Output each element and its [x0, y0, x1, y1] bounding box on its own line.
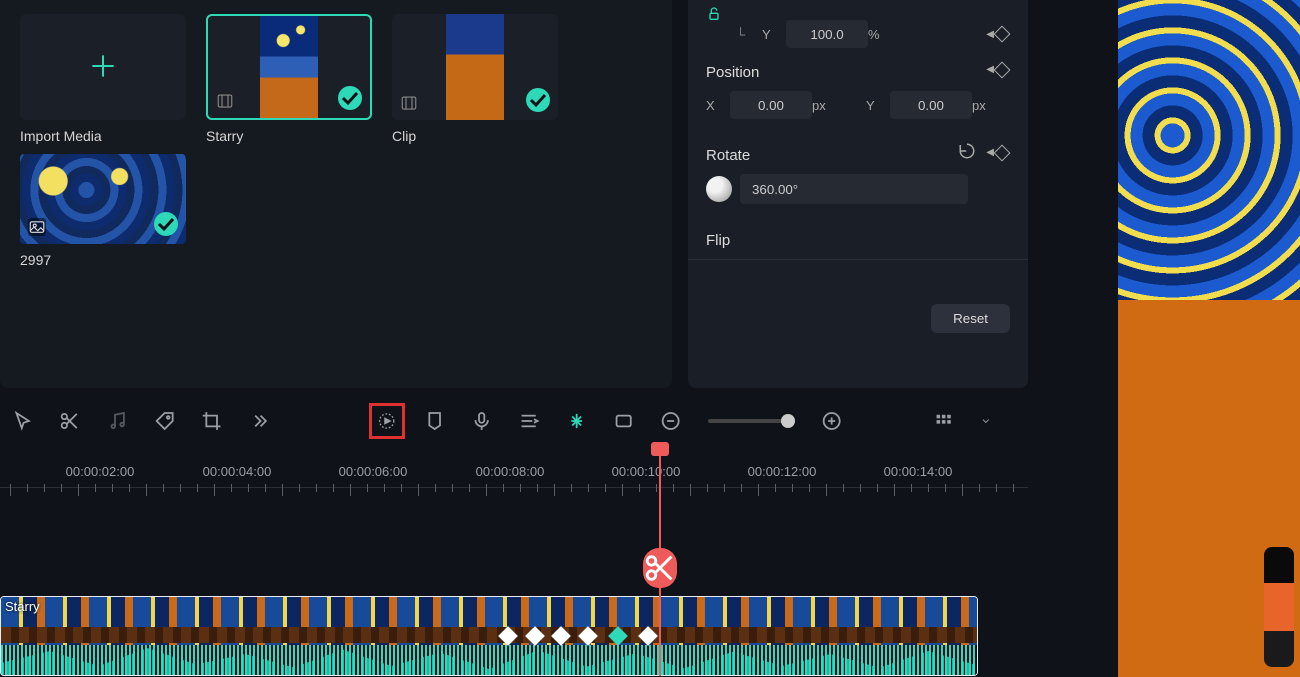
media-item-starry[interactable]: Starry — [206, 14, 372, 144]
media-library-panel: Import Media Starry — [0, 0, 672, 388]
time-label: 00:00:14:00 — [884, 464, 953, 479]
add-keyframe-icon[interactable] — [994, 26, 1011, 43]
tag-icon[interactable] — [154, 410, 175, 432]
timeline-ruler[interactable]: 00:00:02:00 00:00:04:00 00:00:06:00 00:00:0… — [0, 448, 1028, 508]
audio-waveform — [1, 645, 977, 675]
reset-rotation-icon[interactable] — [958, 142, 976, 163]
add-keyframe-icon[interactable] — [994, 144, 1011, 161]
pos-y-unit: px — [972, 98, 998, 113]
playhead-handle[interactable] — [651, 442, 669, 456]
time-label: 00:00:12:00 — [748, 464, 817, 479]
video-clip[interactable]: Starry — [0, 596, 978, 676]
pos-y-axis-label: Y — [866, 98, 882, 113]
clip-name-label: Starry — [5, 599, 40, 614]
chevron-down-icon[interactable] — [980, 410, 992, 432]
time-label: 00:00:10:00 — [612, 464, 681, 479]
reset-button[interactable]: Reset — [931, 304, 1010, 333]
zoom-slider[interactable] — [708, 419, 795, 423]
film-icon — [400, 94, 418, 112]
media-item-clip[interactable]: Clip — [392, 14, 558, 144]
check-icon — [526, 88, 550, 112]
rotate-knob[interactable] — [706, 176, 732, 202]
pointer-icon[interactable] — [12, 410, 33, 432]
pos-x-axis-label: X — [706, 98, 722, 113]
scissors-icon[interactable] — [59, 410, 80, 432]
film-icon — [216, 92, 234, 110]
rotate-input[interactable] — [740, 174, 968, 204]
media-item-2997[interactable]: 2997 — [20, 154, 186, 268]
timeline-toolbar — [0, 396, 1026, 446]
import-media-button[interactable]: Import Media — [20, 14, 186, 144]
media-label: 2997 — [20, 252, 186, 268]
marker-icon[interactable] — [424, 410, 445, 432]
time-label: 00:00:08:00 — [476, 464, 545, 479]
time-label: 00:00:06:00 — [339, 464, 408, 479]
crop-icon[interactable] — [201, 410, 222, 432]
render-icon[interactable] — [376, 410, 397, 432]
microphone-icon[interactable] — [471, 410, 492, 432]
scale-y-unit: % — [868, 27, 894, 42]
scale-y-axis-label: Y — [762, 27, 778, 42]
timeline-tracks: Starry — [0, 596, 980, 676]
image-icon — [28, 218, 46, 236]
chevron-right-double-icon[interactable] — [249, 410, 270, 432]
magnet-icon[interactable] — [566, 410, 587, 432]
timeline-view-icon[interactable] — [933, 410, 954, 432]
split-clip-button[interactable] — [643, 548, 677, 588]
flip-section-label: Flip — [706, 232, 730, 249]
check-icon — [154, 212, 178, 236]
screen-icon[interactable] — [613, 410, 634, 432]
media-label: Clip — [392, 128, 558, 144]
scale-y-input[interactable] — [786, 20, 868, 48]
zoom-in-icon[interactable] — [821, 410, 842, 432]
auto-caption-icon[interactable] — [518, 410, 539, 432]
plus-icon — [87, 50, 119, 85]
time-label: 00:00:02:00 — [66, 464, 135, 479]
time-label: 00:00:04:00 — [203, 464, 272, 479]
keyframe-controls[interactable]: ◀ — [986, 147, 1010, 159]
properties-panel: └ Y % ◀ Position ◀ X px Y px Rotate ◀ — [688, 0, 1028, 388]
position-x-input[interactable] — [730, 91, 812, 119]
zoom-slider-handle[interactable] — [781, 414, 795, 428]
lock-icon[interactable] — [706, 6, 722, 25]
check-icon — [338, 86, 362, 110]
link-indicator-icon: └ — [736, 27, 754, 42]
import-media-label: Import Media — [20, 128, 186, 144]
pos-x-unit: px — [812, 98, 838, 113]
rotate-section-label: Rotate — [706, 147, 750, 164]
position-y-input[interactable] — [890, 91, 972, 119]
keyframe-controls[interactable]: ◀ — [986, 28, 1010, 40]
video-preview — [1118, 0, 1300, 677]
add-keyframe-icon[interactable] — [994, 61, 1011, 78]
music-note-icon[interactable] — [107, 410, 128, 432]
zoom-out-icon[interactable] — [660, 410, 681, 432]
position-section-label: Position — [706, 64, 759, 81]
keyframe-controls[interactable]: ◀ — [986, 64, 1010, 76]
media-label: Starry — [206, 128, 372, 144]
